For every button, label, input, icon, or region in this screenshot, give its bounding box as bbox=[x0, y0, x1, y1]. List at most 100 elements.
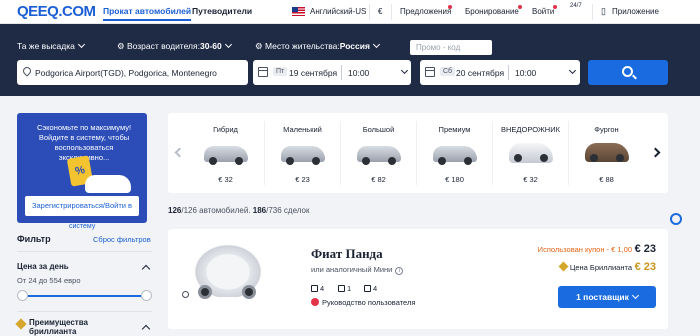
diamond-icon bbox=[558, 261, 569, 272]
car-name[interactable]: Фиат Панда bbox=[311, 246, 383, 262]
notification-dot bbox=[448, 5, 452, 9]
bag-icon bbox=[338, 285, 345, 292]
globe-icon: ⚙ bbox=[255, 41, 265, 51]
search-button[interactable] bbox=[588, 60, 668, 85]
category-large[interactable]: Большой € 82 bbox=[341, 113, 416, 193]
top-bar: QEEQ.COM Прокат автомобилей Путеводители… bbox=[0, 0, 700, 24]
divider bbox=[592, 4, 593, 20]
car-image bbox=[585, 143, 629, 162]
suppliers-button[interactable]: 1 поставщик bbox=[558, 286, 656, 308]
driver-age-value: 30-60 bbox=[199, 41, 222, 51]
car-wheel bbox=[242, 285, 256, 299]
doors-value: 4 bbox=[373, 284, 378, 293]
login-link[interactable]: Войти bbox=[532, 7, 554, 16]
price-slider-max-handle[interactable] bbox=[141, 290, 152, 301]
chevron-up-icon[interactable] bbox=[141, 324, 151, 334]
tab-guides[interactable]: Путеводители bbox=[192, 6, 252, 16]
category-price: € 82 bbox=[371, 175, 386, 184]
car-result-card: Фиат Панда или аналогичный Мини i 4 1 4 Р… bbox=[168, 229, 668, 329]
divider bbox=[508, 65, 509, 80]
category-van[interactable]: Фургон € 88 bbox=[569, 113, 644, 193]
driver-age-dropdown[interactable]: ⚙ Возраст водителя:30-60 bbox=[117, 40, 232, 52]
category-price: € 32 bbox=[523, 175, 538, 184]
category-name: ВНЕДОРОЖНИК bbox=[501, 125, 560, 134]
zoom-icon[interactable] bbox=[182, 291, 189, 298]
seats-value: 4 bbox=[320, 284, 325, 293]
filter-title: Фильтр bbox=[17, 234, 51, 244]
age-icon: ⚙ bbox=[117, 41, 127, 51]
price-slider-track[interactable] bbox=[22, 295, 146, 297]
login-promo-card: Сэкономьте по максимуму! Войдите в систе… bbox=[17, 113, 147, 223]
return-day: Сб bbox=[440, 67, 456, 76]
residence-label: Место жительства: bbox=[264, 41, 340, 51]
pickup-time[interactable]: 10:00 bbox=[348, 68, 369, 78]
divider bbox=[17, 251, 152, 252]
reset-filters-link[interactable]: Сброс фильтров bbox=[93, 235, 151, 244]
seat-icon bbox=[311, 285, 318, 292]
seats-feature: 4 bbox=[311, 284, 324, 293]
car-wheel bbox=[198, 285, 212, 299]
category-name: Премиум bbox=[438, 125, 471, 134]
user-guide-text: Руководство пользователя bbox=[322, 298, 416, 307]
bookings-link[interactable]: Бронирование bbox=[465, 7, 519, 16]
search-icon bbox=[622, 66, 633, 77]
promo-code-input[interactable]: Промо - код bbox=[410, 40, 492, 55]
deals-count: 186 bbox=[252, 206, 267, 215]
cars-count: 126 bbox=[168, 206, 182, 215]
chevron-down-icon bbox=[631, 291, 639, 300]
location-value: Podgorica Airport(TGD), Podgorica, Monte… bbox=[35, 68, 217, 78]
user-guide-link[interactable]: Руководство пользователя bbox=[311, 298, 415, 307]
prev-arrow-icon[interactable] bbox=[174, 147, 185, 158]
category-hybrid[interactable]: Гибрид € 32 bbox=[188, 113, 263, 193]
divider bbox=[369, 4, 370, 20]
car-similar: или аналогичный Мини i bbox=[311, 265, 404, 275]
category-name: Фургон bbox=[594, 125, 619, 134]
chevron-down-icon bbox=[224, 40, 232, 49]
location-pin-icon bbox=[21, 65, 33, 77]
residence-value: Россия bbox=[339, 41, 370, 51]
same-dropoff-dropdown[interactable]: Та же высадка bbox=[17, 40, 85, 51]
currency-selector[interactable]: € bbox=[378, 7, 382, 16]
app-link[interactable]: Приложение bbox=[612, 7, 659, 16]
door-icon bbox=[364, 285, 371, 292]
next-arrow-icon[interactable] bbox=[650, 147, 661, 158]
diamond-perks-title[interactable]: Преимущества бриллианта bbox=[29, 318, 88, 336]
calendar-icon bbox=[425, 67, 435, 77]
price-range-label: От 24 до 554 евро bbox=[17, 276, 81, 285]
site-logo[interactable]: QEEQ.COM bbox=[17, 3, 96, 20]
divider bbox=[17, 311, 152, 312]
coupon-applied: Использован купон - € 1,00 bbox=[537, 245, 632, 254]
pickup-datetime[interactable]: Пт 19 сентября 10:00 bbox=[253, 60, 411, 85]
category-premium[interactable]: Премиум € 180 bbox=[417, 113, 492, 193]
register-login-tail[interactable]: систему bbox=[69, 223, 95, 230]
return-datetime[interactable]: Сб 20 сентября 10:00 bbox=[420, 60, 580, 85]
chat-support-icon[interactable] bbox=[670, 213, 682, 225]
us-flag-icon[interactable] bbox=[292, 7, 305, 16]
support-24-7-icon[interactable]: 24/7 bbox=[570, 3, 582, 9]
info-icon[interactable]: i bbox=[395, 267, 404, 275]
offers-link[interactable]: Предложения bbox=[400, 7, 451, 16]
chevron-up-icon[interactable] bbox=[141, 264, 151, 274]
language-selector[interactable]: Английский-US bbox=[310, 7, 366, 16]
category-price: € 180 bbox=[445, 175, 464, 184]
category-suv[interactable]: ВНЕДОРОЖНИК € 32 bbox=[493, 113, 568, 193]
category-price: € 23 bbox=[295, 175, 310, 184]
search-panel: Та же высадка ⚙ Возраст водителя:30-60 ⚙… bbox=[0, 24, 700, 96]
residence-dropdown[interactable]: ⚙ Место жительства:Россия bbox=[255, 40, 380, 52]
return-time[interactable]: 10:00 bbox=[515, 68, 536, 78]
category-name: Большой bbox=[362, 125, 395, 134]
chevron-down-icon bbox=[568, 66, 577, 75]
category-name: Маленький bbox=[283, 125, 322, 134]
tab-car-rental[interactable]: Прокат автомобилей bbox=[103, 6, 192, 21]
same-dropoff-label: Та же высадка bbox=[17, 41, 75, 51]
category-price: € 32 bbox=[218, 175, 233, 184]
driver-age-label: Возраст водителя: bbox=[126, 41, 200, 51]
price-per-day-title[interactable]: Цена за день bbox=[17, 262, 69, 271]
register-login-button[interactable]: Зарегистрироваться/Войти в bbox=[25, 196, 139, 216]
chevron-down-icon bbox=[77, 40, 85, 49]
location-input[interactable]: Podgorica Airport(TGD), Podgorica, Monte… bbox=[17, 60, 248, 85]
category-small[interactable]: Маленький € 23 bbox=[265, 113, 340, 193]
price-slider-min-handle[interactable] bbox=[17, 290, 28, 301]
calendar-icon bbox=[258, 67, 268, 77]
car-image bbox=[357, 146, 401, 165]
